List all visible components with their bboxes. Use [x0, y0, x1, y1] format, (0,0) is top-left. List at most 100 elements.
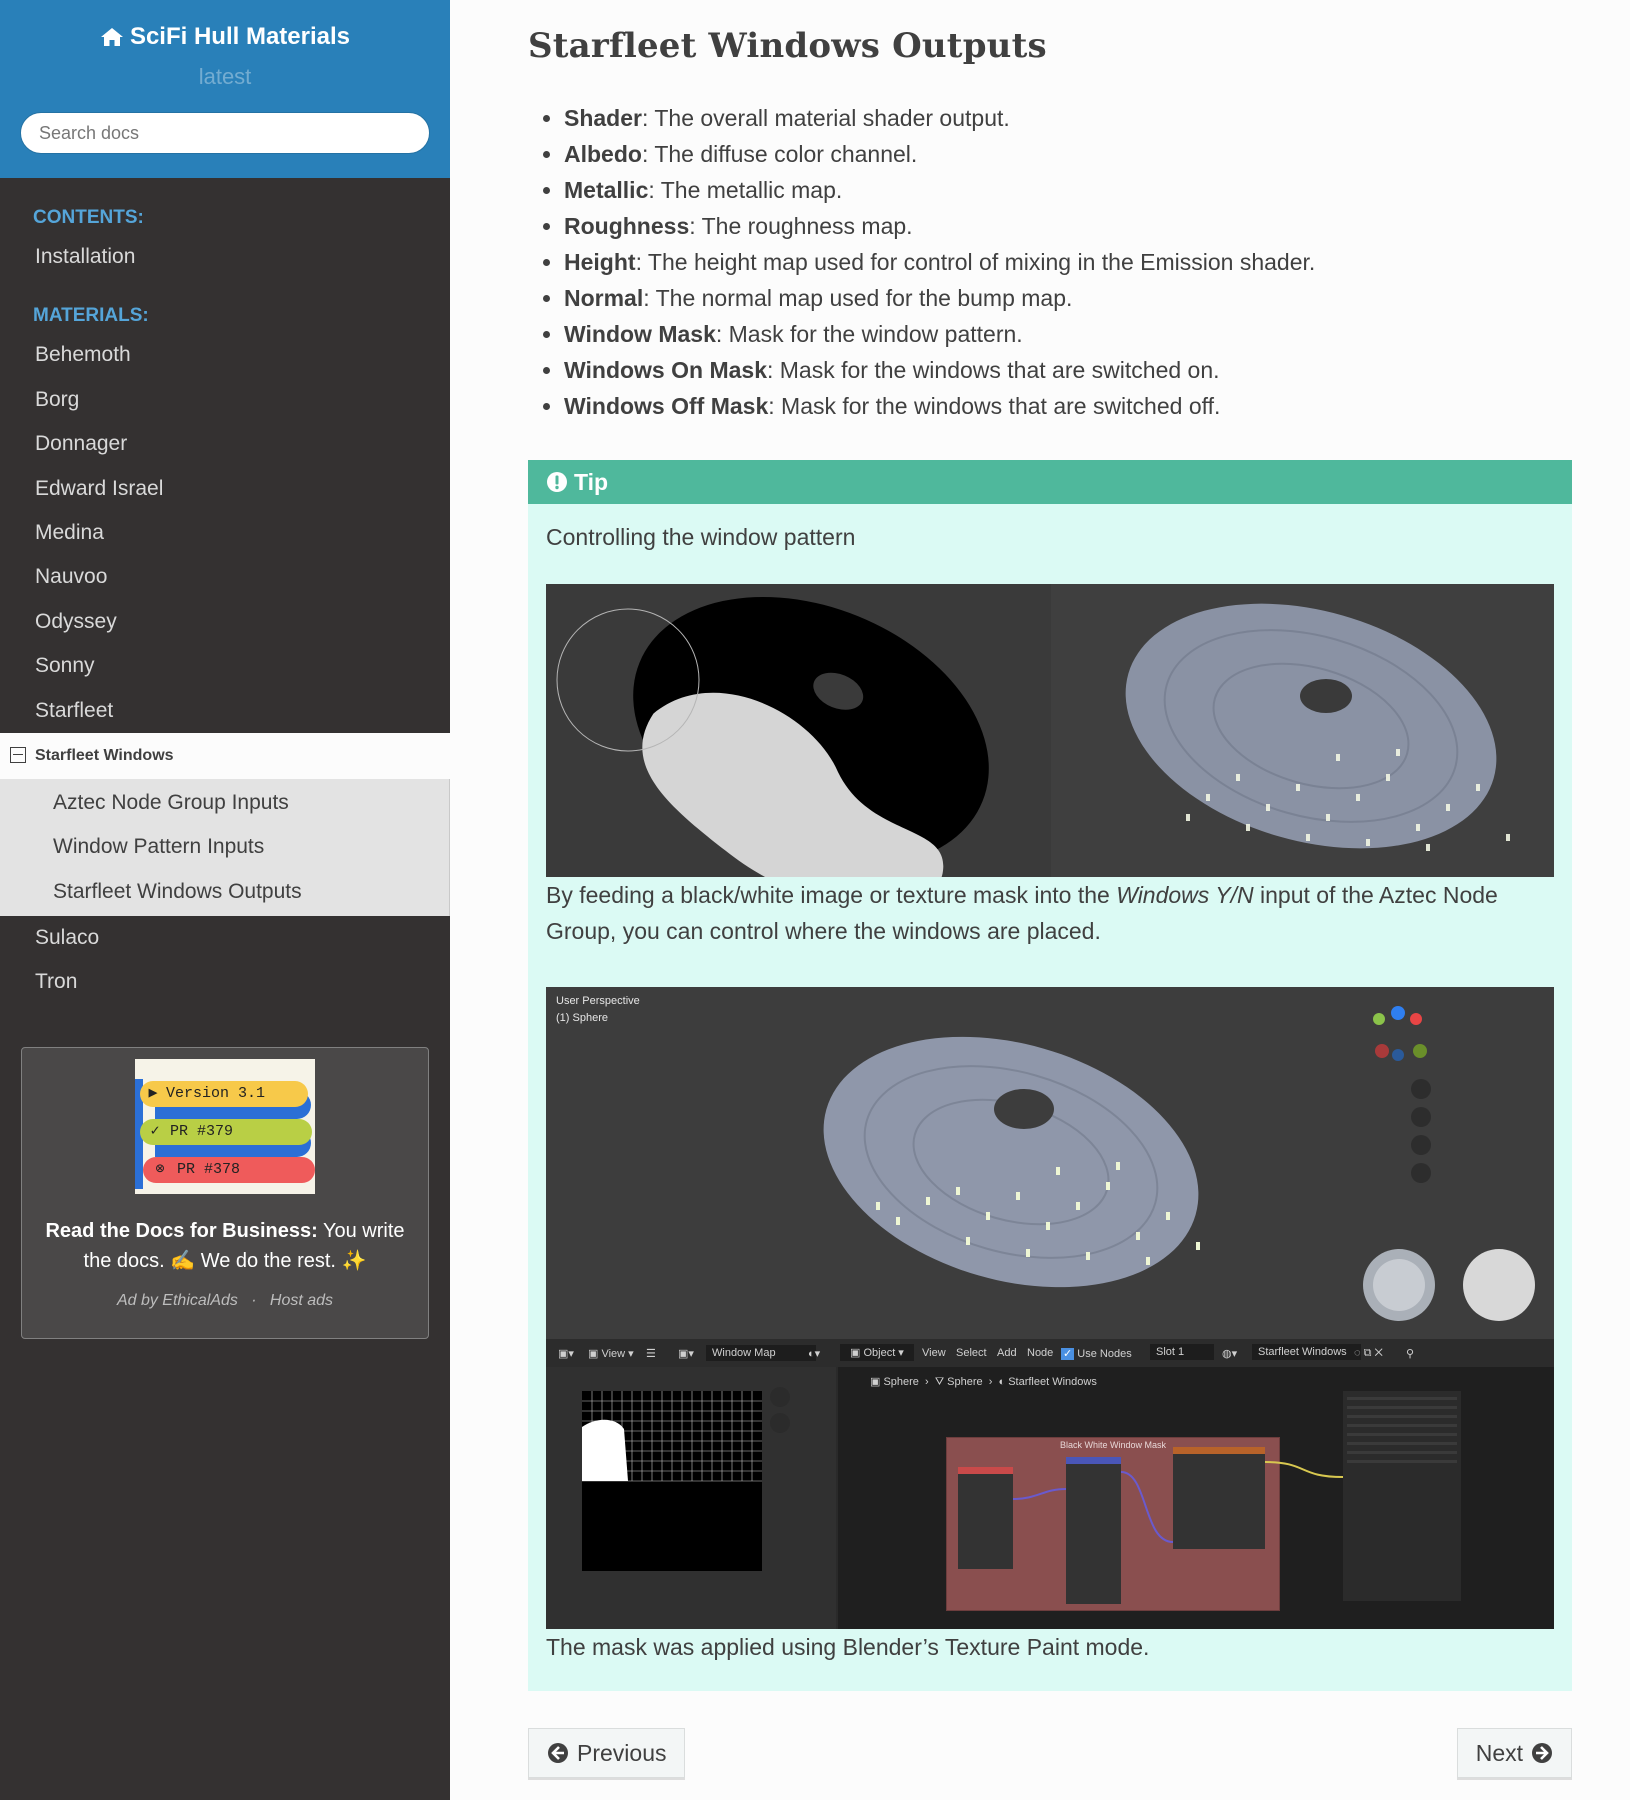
output-item-window-mask: Window Mask: Mask for the window pattern… — [564, 316, 1572, 352]
next-button[interactable]: Next — [1456, 1728, 1572, 1778]
mask-comparison-render — [546, 584, 1554, 877]
sidebar-item-starfleet-windows-outputs[interactable]: Starfleet Windows Outputs — [0, 870, 449, 914]
sidebar-item-odyssey[interactable]: Odyssey — [0, 600, 450, 644]
sidebar-item-sonny[interactable]: Sonny — [0, 644, 450, 688]
subnav: Aztec Node Group Inputs Window Pattern In… — [0, 778, 450, 917]
output-name: Window Mask — [564, 321, 716, 347]
ad-by-link[interactable]: Ad by EthicalAds — [117, 1292, 238, 1309]
output-description: : The metallic map. — [648, 177, 843, 203]
tip-intro: Controlling the window pattern — [546, 524, 856, 550]
editor-header-bar: ▣▾ ▣ View ▾ ☰ ▣▾ Window Map ◐▾ ▣ Object … — [546, 1339, 1554, 1367]
use-nodes-checkbox[interactable]: ✓ Use Nodes — [1061, 1347, 1132, 1360]
mode-select[interactable]: ▣ Object ▾ — [840, 1344, 914, 1361]
image-editor-type-icon[interactable]: ▣▾ — [558, 1347, 574, 1360]
output-name: Albedo — [564, 141, 642, 167]
node-properties-panel[interactable] — [1343, 1391, 1461, 1601]
sidebar-item-aztec-node-group-inputs[interactable]: Aztec Node Group Inputs — [0, 781, 449, 825]
output-description: : The normal map used for the bump map. — [643, 285, 1073, 311]
output-description: : Mask for the windows that are switched… — [766, 357, 1220, 383]
menu-node[interactable]: Node — [1027, 1347, 1053, 1359]
ad-text[interactable]: Read the Docs for Business: You write th… — [36, 1216, 414, 1276]
material-actions-icons[interactable]: ◌ ⧉ ✕ — [1354, 1347, 1383, 1360]
sidebar-item-label: Starfleet Windows — [35, 746, 174, 764]
sidebar-item-behemoth[interactable]: Behemoth — [0, 333, 450, 377]
ad-image[interactable]: ▶ Version 3.1 ✓ PR #379 ⊗ PR #378 — [135, 1059, 315, 1194]
image-view-menu[interactable]: ▣ View ▾ — [588, 1347, 634, 1360]
output-name: Windows On Mask — [564, 357, 767, 383]
output-description: : The diffuse color channel. — [641, 141, 918, 167]
arrow-circle-left-icon — [548, 1743, 568, 1763]
contents-nav: Installation — [0, 235, 450, 279]
blender-screenshot: User Perspective (1) Sphere ▣▾ ▣ View ▾ … — [546, 987, 1554, 1629]
menu-select[interactable]: Select — [956, 1347, 987, 1359]
sidebar-item-starfleet[interactable]: Starfleet — [0, 689, 450, 733]
image-browse-icon[interactable]: ▣▾ — [678, 1347, 694, 1360]
materials-nav-rest: Sulaco Tron — [0, 916, 450, 1005]
tip-title: Tip — [528, 460, 1572, 504]
output-description: : Mask for the window pattern. — [715, 321, 1023, 347]
viewport-render — [823, 1006, 1535, 1321]
sidebar-item-nauvoo[interactable]: Nauvoo — [0, 555, 450, 599]
slot-select[interactable]: Slot 1 — [1150, 1344, 1215, 1360]
node-editor-type-icon[interactable]: ◐▾ — [808, 1347, 820, 1360]
previous-button[interactable]: Previous — [528, 1728, 686, 1778]
sidebar-item-medina[interactable]: Medina — [0, 511, 450, 555]
output-description: : The height map used for control of mix… — [635, 249, 1316, 275]
collapse-icon[interactable] — [10, 746, 26, 763]
sidebar-item-starfleet-windows[interactable]: Starfleet Windows — [0, 732, 450, 779]
output-description: : The overall material shader output. — [641, 105, 1010, 131]
sidebar-item-window-pattern-inputs[interactable]: Window Pattern Inputs — [0, 825, 449, 869]
ad-pill-version: ▶ Version 3.1 — [140, 1081, 308, 1107]
ad-headline: Read the Docs for Business: — [45, 1220, 318, 1242]
sidebar-item-edward-israel[interactable]: Edward Israel — [0, 467, 450, 511]
sidebar-item-installation[interactable]: Installation — [0, 235, 450, 279]
home-icon — [100, 28, 123, 46]
version-label: latest — [198, 64, 252, 89]
ad-footer: Ad by EthicalAds · Host ads — [116, 1292, 334, 1309]
output-item-shader: Shader: The overall material shader outp… — [564, 100, 1572, 136]
hamburger-menu-icon[interactable]: ☰ — [646, 1347, 656, 1360]
exclamation-circle-icon — [547, 472, 567, 492]
sidebar-header: SciFi Hull Materials latest — [0, 0, 450, 178]
menu-view[interactable]: View — [922, 1347, 946, 1359]
output-item-windows-off-mask: Windows Off Mask: Mask for the windows t… — [564, 388, 1572, 424]
sidebar-item-tron[interactable]: Tron — [0, 960, 450, 1004]
check-icon: ✓ — [1061, 1348, 1075, 1360]
nav-caption-materials: MATERIALS: — [33, 305, 149, 327]
output-name: Roughness — [564, 213, 690, 239]
material-browse-icon[interactable]: ◍▾ — [1222, 1347, 1237, 1360]
ad-pill-pr-378: ⊗ PR #378 — [143, 1157, 315, 1183]
pin-icon[interactable]: ⚲ — [1406, 1347, 1414, 1360]
output-description: : Mask for the windows that are switched… — [768, 393, 1221, 419]
footer-nav: Previous Next — [528, 1728, 1572, 1782]
arrow-circle-right-icon — [1532, 1743, 1552, 1763]
page-title: Starfleet Windows Outputs — [528, 26, 1047, 66]
ad-pill-pr-379: ✓ PR #379 — [140, 1119, 312, 1145]
image-name-field[interactable]: Window Map — [706, 1345, 816, 1361]
3d-viewport: User Perspective (1) Sphere — [546, 987, 1554, 1339]
play-icon: ▶ — [148, 1085, 158, 1102]
sparkles-icon: ✨ — [341, 1250, 367, 1272]
output-item-roughness: Roughness: The roughness map. — [564, 208, 1572, 244]
project-home-link[interactable]: SciFi Hull Materials — [100, 23, 350, 51]
output-item-normal: Normal: The normal map used for the bump… — [564, 280, 1572, 316]
sidebar-item-sulaco[interactable]: Sulaco — [0, 916, 450, 960]
outputs-list: Shader: The overall material shader outp… — [528, 100, 1572, 424]
host-ads-link[interactable]: Host ads — [270, 1292, 333, 1309]
main-content: Starfleet Windows Outputs Shader: The ov… — [528, 0, 1572, 1782]
output-name: Metallic — [564, 177, 649, 203]
sidebar-item-donnager[interactable]: Donnager — [0, 422, 450, 466]
sidebar-item-borg[interactable]: Borg — [0, 378, 450, 422]
output-name: Normal — [564, 285, 644, 311]
mask-comparison-image — [546, 584, 1554, 877]
output-name: Height — [564, 249, 636, 275]
search-input[interactable] — [20, 112, 430, 154]
check-icon: ✓ — [150, 1123, 160, 1140]
shader-editor: ▣ Sphere › ⛛ Sphere › ◐ Starfleet Window… — [838, 1367, 1554, 1629]
material-name-field[interactable]: Starfleet Windows — [1252, 1344, 1361, 1360]
materials-nav: Behemoth Borg Donnager Edward Israel Medina N… — [0, 333, 450, 733]
ethical-ad: ▶ Version 3.1 ✓ PR #379 ⊗ PR #378 Read the … — [21, 1047, 429, 1339]
writing-hand-icon: ✍ — [170, 1250, 196, 1272]
figure-caption-1: By feeding a black/white image or textur… — [546, 882, 1498, 944]
menu-add[interactable]: Add — [997, 1347, 1017, 1359]
